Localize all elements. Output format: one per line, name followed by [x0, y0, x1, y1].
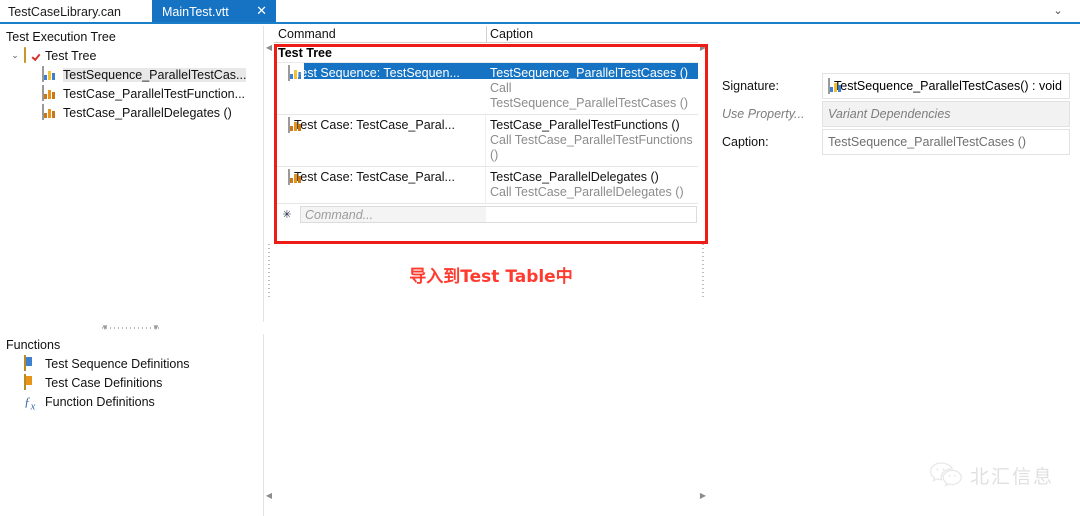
property-row-use-property: Use Property... Variant Dependencies: [718, 100, 1070, 128]
table-row[interactable]: Test Sequence: TestSequen... TestSequenc…: [274, 63, 698, 115]
functions-panel: Functions Test Sequence Definitions Test…: [0, 334, 264, 516]
test-case-icon: [288, 169, 301, 185]
watermark-text: 北汇信息: [969, 466, 1054, 488]
tab-bar: TestCaseLibrary.can MainTest.vtt ✕ ⌄: [0, 0, 1080, 24]
property-value-text: Variant Dependencies: [828, 107, 951, 121]
column-header-caption[interactable]: Caption: [490, 27, 533, 41]
new-row-star-icon: ✳: [282, 209, 292, 221]
tab-label: MainTest.vtt: [162, 5, 229, 19]
cell-caption[interactable]: TestSequence_ParallelTestCases () Call T…: [486, 63, 697, 114]
tree-item-label: TestSequence_ParallelTestCas...: [63, 67, 247, 82]
test-execution-tree-panel: Test Execution Tree ⌄ Test Tree TestSequ…: [0, 26, 264, 322]
tree-node-label: Test Tree: [45, 48, 97, 63]
property-key: Use Property...: [722, 107, 805, 121]
property-value-signature[interactable]: TestSequence_ParallelTestCases() : void: [822, 73, 1070, 99]
test-tree-icon: [24, 46, 42, 64]
cell-caption-secondary: Call TestCase_ParallelDelegates (): [490, 185, 684, 199]
new-caption-input[interactable]: [486, 206, 697, 223]
test-case-icon: [42, 84, 60, 102]
left-center-splitter[interactable]: ◀ ◀: [264, 28, 274, 516]
collapse-down-icon[interactable]: ▼: [152, 324, 160, 332]
test-sequence-definitions-icon: [24, 354, 42, 372]
tab-label: TestCaseLibrary.can: [8, 5, 122, 19]
collapse-left-icon[interactable]: ◀: [265, 492, 273, 500]
cell-caption-secondary: Call TestCase_ParallelTestFunctions (): [490, 133, 693, 162]
cell-command[interactable]: Test Sequence: TestSequen...: [274, 63, 486, 114]
tree-node-test-tree[interactable]: ⌄ Test Tree: [4, 46, 263, 65]
properties-panel: Signature: TestSequence_ParallelTestCase…: [708, 26, 1080, 516]
tab-testcaselibrary[interactable]: TestCaseLibrary.can: [0, 0, 150, 24]
table-column-headers: Command Caption: [274, 26, 698, 43]
tree-item-test-case-parallel-delegates[interactable]: TestCase_ParallelDelegates (): [4, 103, 263, 122]
property-value-text: TestSequence_ParallelTestCases() : void: [834, 79, 1062, 93]
property-key: Caption:: [722, 135, 769, 149]
test-case-icon: [288, 117, 301, 133]
functions-item-function-definitions[interactable]: ƒx Function Definitions: [4, 392, 263, 413]
function-definitions-icon: ƒx: [24, 393, 36, 413]
panel-title: Functions: [6, 338, 61, 352]
table-group-row[interactable]: Test Tree: [274, 43, 698, 63]
table-new-row[interactable]: ✳ Command...: [274, 204, 698, 225]
annotation-text: 导入到Test Table中: [409, 267, 573, 287]
tree-item-test-case-parallel-test-functions[interactable]: TestCase_ParallelTestFunction...: [4, 84, 263, 103]
functions-list: Test Sequence Definitions Test Case Defi…: [0, 354, 263, 413]
functions-item-label: Test Case Definitions: [45, 375, 163, 390]
cell-command[interactable]: Test Case: TestCase_Paral...: [274, 115, 486, 166]
property-row-caption: Caption: TestSequence_ParallelTestCases …: [718, 128, 1070, 156]
cell-caption-primary: TestSequence_ParallelTestCases (): [490, 66, 689, 80]
column-divider[interactable]: [486, 26, 487, 43]
splitter-grip: [268, 244, 270, 300]
property-key: Signature:: [722, 79, 779, 93]
app-window: TestCaseLibrary.can MainTest.vtt ✕ ⌄ Tes…: [0, 0, 1080, 516]
wechat-icon: [929, 461, 970, 490]
functions-item-label: Test Sequence Definitions: [45, 356, 190, 371]
cell-caption-primary: TestCase_ParallelDelegates (): [490, 170, 659, 184]
test-sequence-icon: [288, 65, 301, 81]
cell-caption[interactable]: TestCase_ParallelDelegates () Call TestC…: [486, 167, 697, 203]
property-value-use-property[interactable]: Variant Dependencies: [822, 101, 1070, 127]
cell-caption-secondary: Call TestSequence_ParallelTestCases (): [490, 81, 689, 110]
collapse-left-icon[interactable]: ◀: [265, 44, 273, 52]
property-row-signature: Signature: TestSequence_ParallelTestCase…: [718, 72, 1070, 100]
left-panels-splitter[interactable]: ▼ ▼: [0, 322, 263, 334]
test-case-definitions-icon: [24, 373, 42, 391]
test-sequence-icon: [42, 65, 60, 83]
cell-command-text: Test Case: TestCase_Paral...: [294, 118, 455, 132]
close-icon[interactable]: ✕: [256, 4, 267, 18]
test-tree-table: Test Tree Test Sequence: TestSequen... T…: [274, 43, 698, 225]
test-execution-tree: ⌄ Test Tree TestSequence_ParallelTestCas…: [0, 46, 263, 122]
cell-command-text: Test Case: TestCase_Paral...: [294, 170, 455, 184]
watermark: 北汇信息: [929, 461, 1054, 490]
table-group-label: Test Tree: [278, 45, 332, 60]
tree-item-label: TestCase_ParallelDelegates (): [63, 105, 232, 120]
chevron-down-icon[interactable]: ⌄: [6, 50, 24, 61]
functions-item-test-case-definitions[interactable]: Test Case Definitions: [4, 373, 263, 392]
new-command-input[interactable]: Command...: [300, 206, 486, 223]
table-row[interactable]: Test Case: TestCase_Paral... TestCase_Pa…: [274, 115, 698, 167]
tree-item-label: TestCase_ParallelTestFunction...: [63, 86, 246, 101]
chevron-down-icon[interactable]: ⌄: [1050, 3, 1066, 19]
property-value-caption[interactable]: TestSequence_ParallelTestCases (): [822, 129, 1070, 155]
collapse-right-icon[interactable]: ▶: [699, 492, 707, 500]
test-sequence-icon: [828, 78, 841, 94]
table-row[interactable]: Test Case: TestCase_Paral... TestCase_Pa…: [274, 167, 698, 204]
column-header-command[interactable]: Command: [278, 27, 336, 41]
panel-title: Test Execution Tree: [6, 30, 116, 44]
tree-item-test-sequence-parallel-test-cases[interactable]: TestSequence_ParallelTestCas...: [4, 65, 263, 84]
cell-command[interactable]: Test Case: TestCase_Paral...: [274, 167, 486, 203]
cell-caption-primary: TestCase_ParallelTestFunctions (): [490, 118, 680, 132]
functions-item-label: Function Definitions: [45, 394, 155, 409]
collapse-right-icon[interactable]: ▶: [699, 44, 707, 52]
property-rows: Signature: TestSequence_ParallelTestCase…: [718, 72, 1070, 156]
functions-item-test-sequence-definitions[interactable]: Test Sequence Definitions: [4, 354, 263, 373]
cell-caption[interactable]: TestCase_ParallelTestFunctions () Call T…: [486, 115, 697, 166]
property-value-text: TestSequence_ParallelTestCases (): [828, 135, 1027, 149]
test-case-icon: [42, 103, 60, 121]
tab-maintest[interactable]: MainTest.vtt ✕: [152, 0, 276, 24]
cell-command-text: Test Sequence: TestSequen...: [294, 66, 460, 80]
